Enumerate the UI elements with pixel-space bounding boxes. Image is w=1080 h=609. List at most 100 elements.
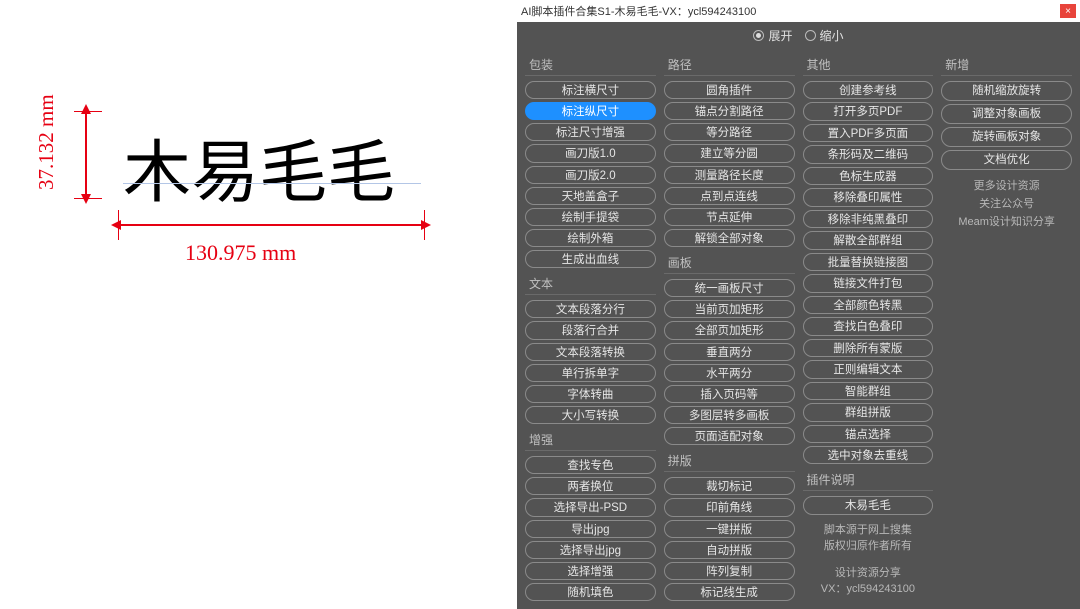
vertical-dimension-arrow [85, 112, 87, 196]
pill-button[interactable]: 圆角插件 [664, 81, 795, 99]
pill-button[interactable]: 解锁全部对象 [664, 229, 795, 247]
pill-button[interactable]: 裁切标记 [664, 477, 795, 495]
plugin-panel: AI脚本插件合集S1-木易毛毛-VX：ycl594243100 × 展开 缩小 … [517, 0, 1080, 609]
pill-button[interactable]: 查找白色叠印 [803, 317, 934, 335]
pill-button[interactable]: 导出jpg [525, 520, 656, 538]
pill-button[interactable]: 一键拼版 [664, 520, 795, 538]
pill-button[interactable]: 字体转曲 [525, 385, 656, 403]
column-1: 包装 标注横尺寸 标注纵尺寸 标注尺寸增强 画刀版1.0 画刀版2.0 天地盖盒… [525, 52, 656, 601]
pill-button[interactable]: 随机缩放旋转 [941, 81, 1072, 101]
pill-button[interactable]: 文本段落分行 [525, 300, 656, 318]
pill-button[interactable]: 阵列复制 [664, 562, 795, 580]
pill-button[interactable]: 群组拼版 [803, 403, 934, 421]
pill-button[interactable]: 天地盖盒子 [525, 187, 656, 205]
pill-button[interactable]: 色标生成器 [803, 167, 934, 185]
pill-button[interactable]: 批量替换链接图 [803, 253, 934, 271]
radio-shrink[interactable]: 缩小 [805, 27, 844, 44]
pill-button[interactable]: 画刀版2.0 [525, 166, 656, 184]
group-title-new: 新增 [941, 52, 1072, 76]
radio-dot-icon [753, 30, 764, 41]
group-title-enhance: 增强 [525, 427, 656, 451]
group-title-artboard: 画板 [664, 250, 795, 274]
pill-button[interactable]: 多图层转多画板 [664, 406, 795, 424]
pill-button[interactable]: 插入页码等 [664, 385, 795, 403]
pill-button[interactable]: 查找专色 [525, 456, 656, 474]
pill-button[interactable]: 正则编辑文本 [803, 360, 934, 378]
pill-button[interactable]: 标注纵尺寸 [525, 102, 656, 120]
pill-button[interactable]: 锚点选择 [803, 425, 934, 443]
pill-button[interactable]: 置入PDF多页面 [803, 124, 934, 142]
pill-button[interactable]: 打开多页PDF [803, 102, 934, 120]
pill-button[interactable]: 文档优化 [941, 150, 1072, 170]
pill-button[interactable]: 智能群组 [803, 382, 934, 400]
pill-button[interactable]: 选中对象去重线 [803, 446, 934, 464]
column-3: 其他 创建参考线 打开多页PDF 置入PDF多页面 条形码及二维码 色标生成器 … [803, 52, 934, 601]
pill-button[interactable]: 调整对象画板 [941, 104, 1072, 124]
pill-button[interactable]: 点到点连线 [664, 187, 795, 205]
column-4: 新增 随机缩放旋转 调整对象画板 旋转画板对象 文档优化 更多设计资源 关注公众… [941, 52, 1072, 601]
pill-button[interactable]: 标记线生成 [664, 583, 795, 601]
pill-button[interactable]: 全部颜色转黑 [803, 296, 934, 314]
pill-button[interactable]: 等分路径 [664, 123, 795, 141]
pill-button[interactable]: 生成出血线 [525, 250, 656, 268]
pill-button[interactable]: 选择增强 [525, 562, 656, 580]
pill-button[interactable]: 页面适配对象 [664, 427, 795, 445]
pill-button[interactable]: 绘制外箱 [525, 229, 656, 247]
radio-dot-icon [805, 30, 816, 41]
info-line: 关注公众号 [941, 195, 1072, 213]
group-title-other: 其他 [803, 52, 934, 76]
pill-button[interactable]: 段落行合并 [525, 321, 656, 339]
horizontal-dimension-arrow [119, 224, 423, 226]
pill-button[interactable]: 垂直两分 [664, 343, 795, 361]
pill-button[interactable]: 移除非纯黑叠印 [803, 210, 934, 228]
info-line: 设计资源分享 [803, 565, 934, 581]
group-title-plugin-info: 插件说明 [803, 467, 934, 491]
pill-button[interactable]: 全部页加矩形 [664, 321, 795, 339]
pill-button[interactable]: 大小写转换 [525, 406, 656, 424]
pill-button[interactable]: 解散全部群组 [803, 231, 934, 249]
pill-button[interactable]: 标注横尺寸 [525, 81, 656, 99]
info-line: 脚本源于网上搜集 [803, 522, 934, 538]
info-contact: 设计资源分享 VX：ycl594243100 [803, 561, 934, 601]
pill-button[interactable]: 条形码及二维码 [803, 145, 934, 163]
pill-button[interactable]: 单行拆单字 [525, 364, 656, 382]
pill-button[interactable]: 印前角线 [664, 498, 795, 516]
pill-button[interactable]: 测量路径长度 [664, 166, 795, 184]
pill-button[interactable]: 建立等分圆 [664, 144, 795, 162]
group-title-impose: 拼版 [664, 448, 795, 472]
pill-button[interactable]: 链接文件打包 [803, 274, 934, 292]
info-line: 版权归原作者所有 [803, 538, 934, 554]
info-line: VX：ycl594243100 [803, 581, 934, 597]
horizontal-dimension-label: 130.975 mm [185, 240, 296, 266]
pill-button[interactable]: 选择导出-PSD [525, 498, 656, 516]
pill-button[interactable]: 删除所有蒙版 [803, 339, 934, 357]
pill-button[interactable]: 旋转画板对象 [941, 127, 1072, 147]
mode-row: 展开 缩小 [517, 22, 1080, 48]
radio-expand[interactable]: 展开 [753, 27, 792, 44]
pill-button[interactable]: 统一画板尺寸 [664, 279, 795, 297]
radio-shrink-label: 缩小 [820, 27, 844, 44]
pill-button[interactable]: 画刀版1.0 [525, 144, 656, 162]
pill-button[interactable]: 锚点分割路径 [664, 102, 795, 120]
pill-button[interactable]: 文本段落转换 [525, 343, 656, 361]
canvas-area: 木易毛毛 37.132 mm 130.975 mm [0, 0, 517, 609]
pill-button[interactable]: 标注尺寸增强 [525, 123, 656, 141]
pill-button[interactable]: 选择导出jpg [525, 541, 656, 559]
pill-button[interactable]: 绘制手提袋 [525, 208, 656, 226]
pill-button[interactable]: 木易毛毛 [803, 496, 934, 514]
pill-button[interactable]: 节点延伸 [664, 208, 795, 226]
close-button[interactable]: × [1060, 4, 1076, 18]
group-title-path: 路径 [664, 52, 795, 76]
pill-button[interactable]: 移除叠印属性 [803, 188, 934, 206]
columns: 包装 标注横尺寸 标注纵尺寸 标注尺寸增强 画刀版1.0 画刀版2.0 天地盖盒… [517, 48, 1080, 609]
artwork-text: 木易毛毛 [123, 117, 395, 216]
panel-title: AI脚本插件合集S1-木易毛毛-VX：ycl594243100 [521, 3, 1060, 19]
info-line: Meam设计知识分享 [941, 213, 1072, 231]
pill-button[interactable]: 水平两分 [664, 364, 795, 382]
pill-button[interactable]: 两者换位 [525, 477, 656, 495]
pill-button[interactable]: 创建参考线 [803, 81, 934, 99]
pill-button[interactable]: 自动拼版 [664, 541, 795, 559]
info-credits: 脚本源于网上搜集 版权归原作者所有 [803, 518, 934, 558]
pill-button[interactable]: 当前页加矩形 [664, 300, 795, 318]
pill-button[interactable]: 随机填色 [525, 583, 656, 601]
